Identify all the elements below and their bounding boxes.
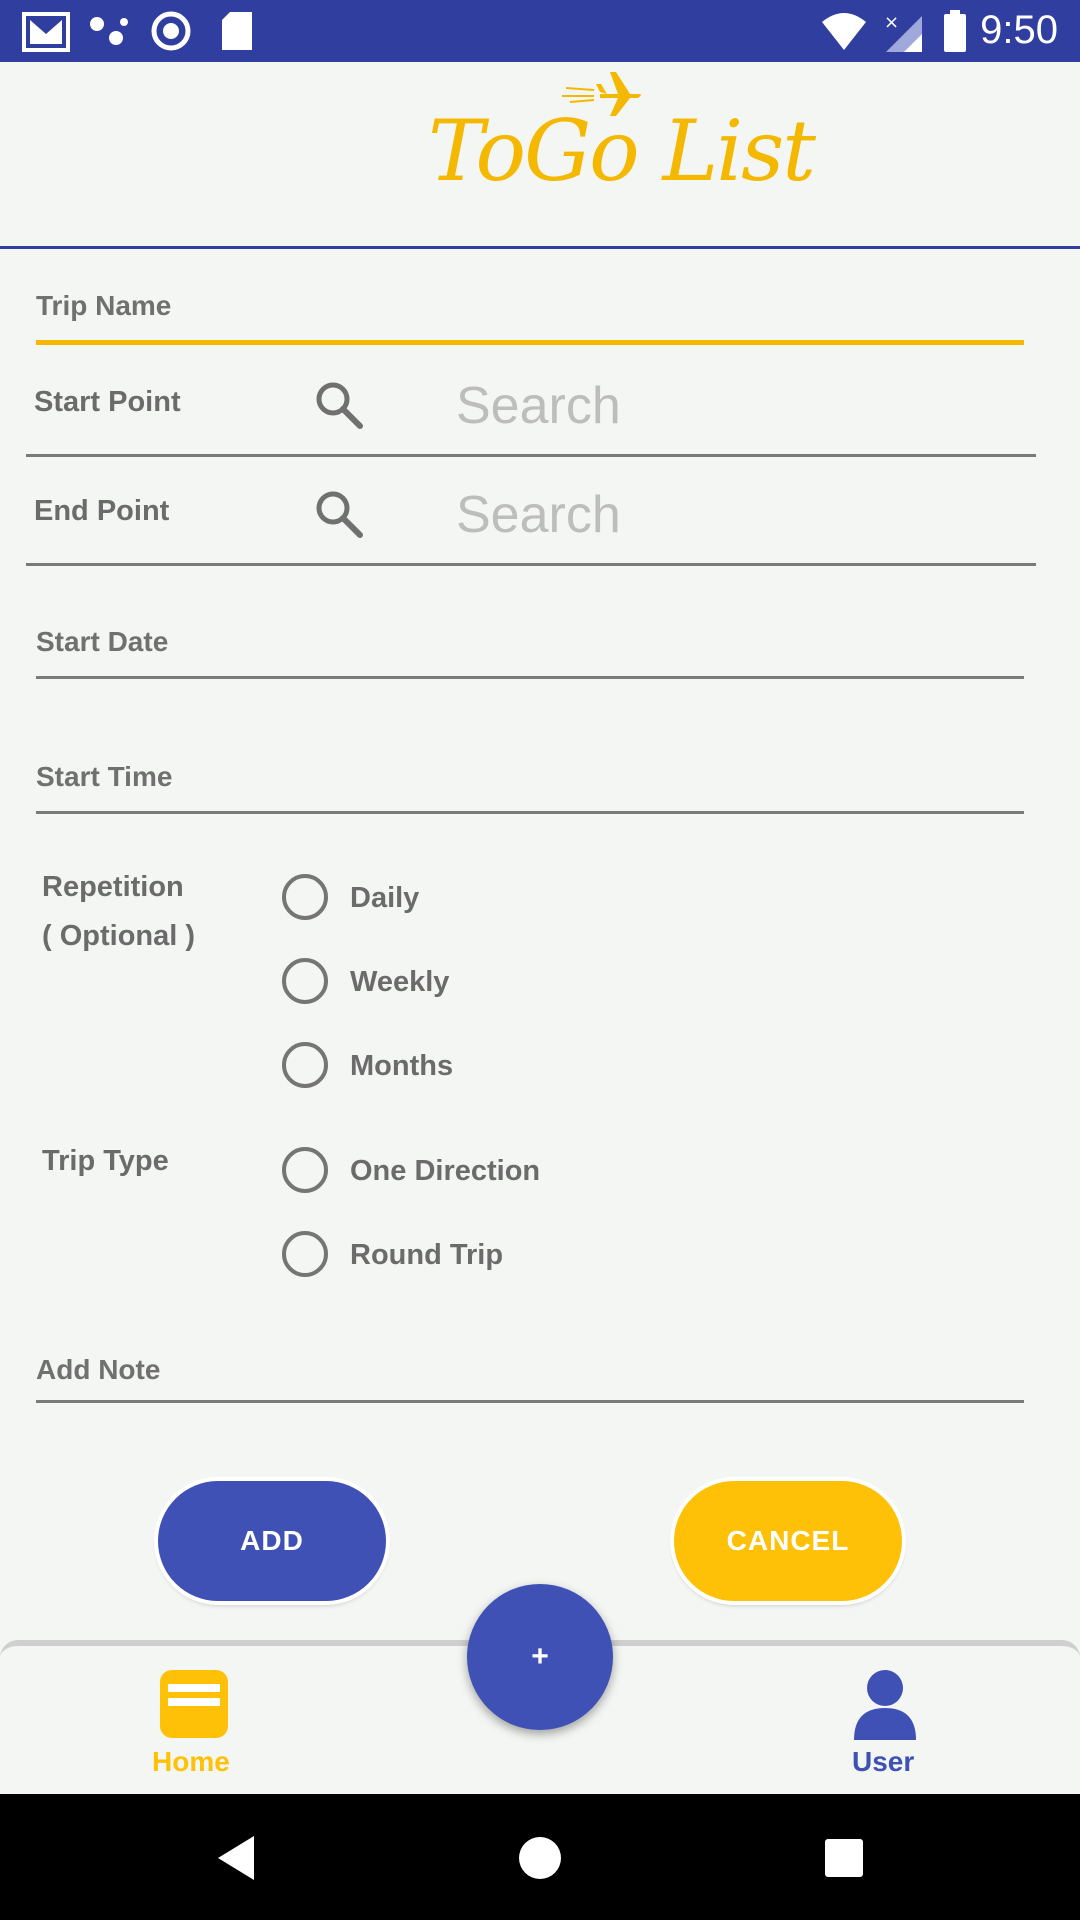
add-note-underline <box>36 1400 1024 1403</box>
no-signal-icon: × <box>884 12 922 52</box>
home-icon[interactable] <box>518 1836 562 1880</box>
start-time-input[interactable]: Start Time <box>36 757 1024 817</box>
radio-circle[interactable] <box>282 874 328 920</box>
end-point-label: End Point <box>34 495 170 527</box>
radio-months-label: Months <box>350 1050 454 1082</box>
radio-round-trip[interactable]: Round Trip <box>282 1231 682 1283</box>
radio-months[interactable]: Months <box>282 1042 682 1094</box>
trip-type-label: Trip Type <box>42 1145 169 1177</box>
start-date-underline <box>36 676 1024 679</box>
start-time-underline <box>36 811 1024 814</box>
end-point-search-input[interactable]: Search <box>456 485 621 545</box>
start-date-input[interactable]: Start Date <box>36 622 1024 682</box>
search-icon[interactable] <box>314 380 364 430</box>
header-divider <box>0 246 1080 249</box>
end-point-underline <box>26 563 1036 566</box>
add-note-input[interactable]: Add Note <box>36 1350 1024 1410</box>
trip-name-underline <box>36 340 1024 345</box>
nav-home-label: Home <box>152 1746 230 1777</box>
cancel-button[interactable]: CANCEL <box>674 1481 902 1601</box>
add-trip-fab[interactable]: + <box>467 1584 613 1730</box>
nav-user[interactable]: User <box>840 1668 930 1788</box>
circle-record-icon <box>151 11 191 51</box>
radio-one-direction[interactable]: One Direction <box>282 1147 682 1199</box>
radio-daily-label: Daily <box>350 882 420 914</box>
wifi-icon <box>822 13 866 50</box>
recents-icon[interactable] <box>824 1838 864 1878</box>
battery-icon <box>944 10 966 52</box>
start-point-underline <box>26 454 1036 457</box>
user-icon <box>854 1670 916 1740</box>
radio-circle[interactable] <box>282 1147 328 1193</box>
svg-text:×: × <box>884 12 899 33</box>
radio-circle[interactable] <box>282 958 328 1004</box>
radio-daily[interactable]: Daily <box>282 874 682 926</box>
repetition-label: Repetition <box>42 871 184 903</box>
end-point-row: End Point Search <box>26 481 1036 567</box>
airplane-icon <box>562 72 641 116</box>
home-card-icon <box>160 1670 228 1738</box>
start-time-placeholder: Start Time <box>36 761 173 792</box>
radio-round-trip-label: Round Trip <box>350 1239 504 1271</box>
start-point-label: Start Point <box>34 386 181 418</box>
back-icon[interactable] <box>214 1834 258 1882</box>
add-button[interactable]: ADD <box>158 1481 386 1601</box>
status-time: 9:50 <box>980 8 1058 52</box>
nav-user-label: User <box>852 1746 915 1777</box>
search-icon[interactable] <box>314 489 364 539</box>
start-date-placeholder: Start Date <box>36 626 169 657</box>
trip-name-input[interactable]: Trip Name <box>36 284 1024 348</box>
app-header: ToGo List <box>0 62 1080 246</box>
sd-card-icon <box>222 12 252 50</box>
radio-one-direction-label: One Direction <box>350 1155 541 1187</box>
radio-circle[interactable] <box>282 1231 328 1277</box>
radio-weekly[interactable]: Weekly <box>282 958 682 1010</box>
repetition-optional-label: ( Optional ) <box>42 920 196 952</box>
add-note-placeholder: Add Note <box>36 1354 161 1385</box>
gmail-icon <box>22 12 70 52</box>
trip-name-placeholder: Trip Name <box>36 290 172 321</box>
start-point-search-input[interactable]: Search <box>456 376 621 436</box>
start-point-row: Start Point Search <box>26 372 1036 458</box>
system-nav-bar <box>0 1794 1080 1920</box>
radio-circle[interactable] <box>282 1042 328 1088</box>
status-bar: × 9:50 <box>0 0 1080 62</box>
nav-home[interactable]: Home <box>140 1668 250 1788</box>
radio-weekly-label: Weekly <box>350 966 450 998</box>
dots-icon <box>90 17 128 45</box>
